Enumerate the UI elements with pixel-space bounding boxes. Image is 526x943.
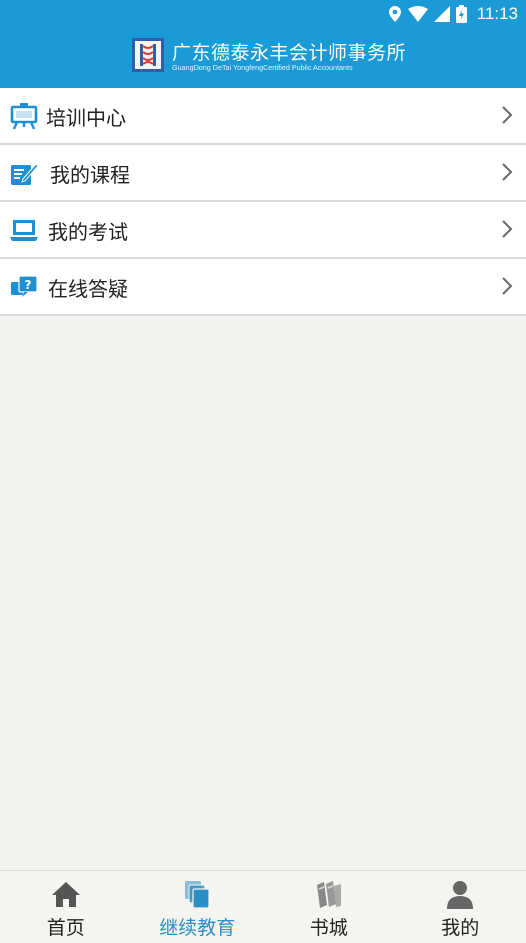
firm-logo-icon [132, 38, 164, 72]
edit-course-icon [10, 159, 38, 187]
tab-label-continuing-education: 继续教育 [132, 913, 264, 940]
laptop-exam-icon [10, 216, 38, 244]
question-chat-icon: ? [10, 273, 38, 301]
menu-item-training-center[interactable]: 培训中心 [0, 88, 526, 145]
menu-label-my-courses: 我的课程 [50, 159, 130, 188]
tab-bookstore[interactable]: 书城 [263, 871, 395, 943]
location-icon [388, 5, 402, 23]
menu-item-my-courses[interactable]: 我的课程 [0, 145, 526, 202]
wifi-icon [408, 6, 428, 22]
tab-label-bookstore: 书城 [263, 913, 395, 940]
firm-title: 广东德泰永丰会计师事务所 [172, 38, 406, 65]
svg-text:?: ? [25, 278, 32, 292]
menu-list: 培训中心 我的课程 我的考试 ? [0, 88, 526, 316]
menu-label-my-exams: 我的考试 [48, 216, 128, 245]
menu-item-online-qa[interactable]: ? 在线答疑 [0, 259, 526, 316]
status-icons: 11:13 [388, 4, 518, 24]
chevron-right-icon [500, 276, 514, 296]
menu-label-training-center: 培训中心 [46, 102, 126, 131]
tab-label-me: 我的 [395, 913, 526, 940]
menu-item-my-exams[interactable]: 我的考试 [0, 202, 526, 259]
signal-icon [434, 6, 450, 22]
education-stack-icon [181, 879, 213, 909]
user-icon [444, 879, 476, 909]
menu-label-online-qa: 在线答疑 [48, 273, 128, 302]
brand-banner: 广东德泰永丰会计师事务所 GuangDong DeTai YongfengCer… [132, 38, 402, 74]
tab-continuing-education[interactable]: 继续教育 [132, 871, 264, 943]
bottom-tab-bar: 首页 继续教育 书城 我的 [0, 870, 526, 943]
status-time: 11:13 [477, 4, 518, 24]
firm-subtitle: GuangDong DeTai YongfengCertified Public… [172, 63, 353, 72]
battery-icon [456, 5, 467, 23]
books-icon [313, 879, 345, 909]
chevron-right-icon [500, 219, 514, 239]
chevron-right-icon [500, 162, 514, 182]
tab-label-home: 首页 [0, 913, 132, 940]
status-bar: 11:13 [0, 0, 526, 28]
tab-home[interactable]: 首页 [0, 871, 132, 943]
app-header: 11:13 广东德泰永丰会计师事务所 GuangDong DeTai Yongf… [0, 0, 526, 88]
home-icon [50, 879, 82, 909]
tab-me[interactable]: 我的 [395, 871, 526, 943]
chevron-right-icon [500, 105, 514, 125]
training-board-icon [10, 102, 38, 130]
